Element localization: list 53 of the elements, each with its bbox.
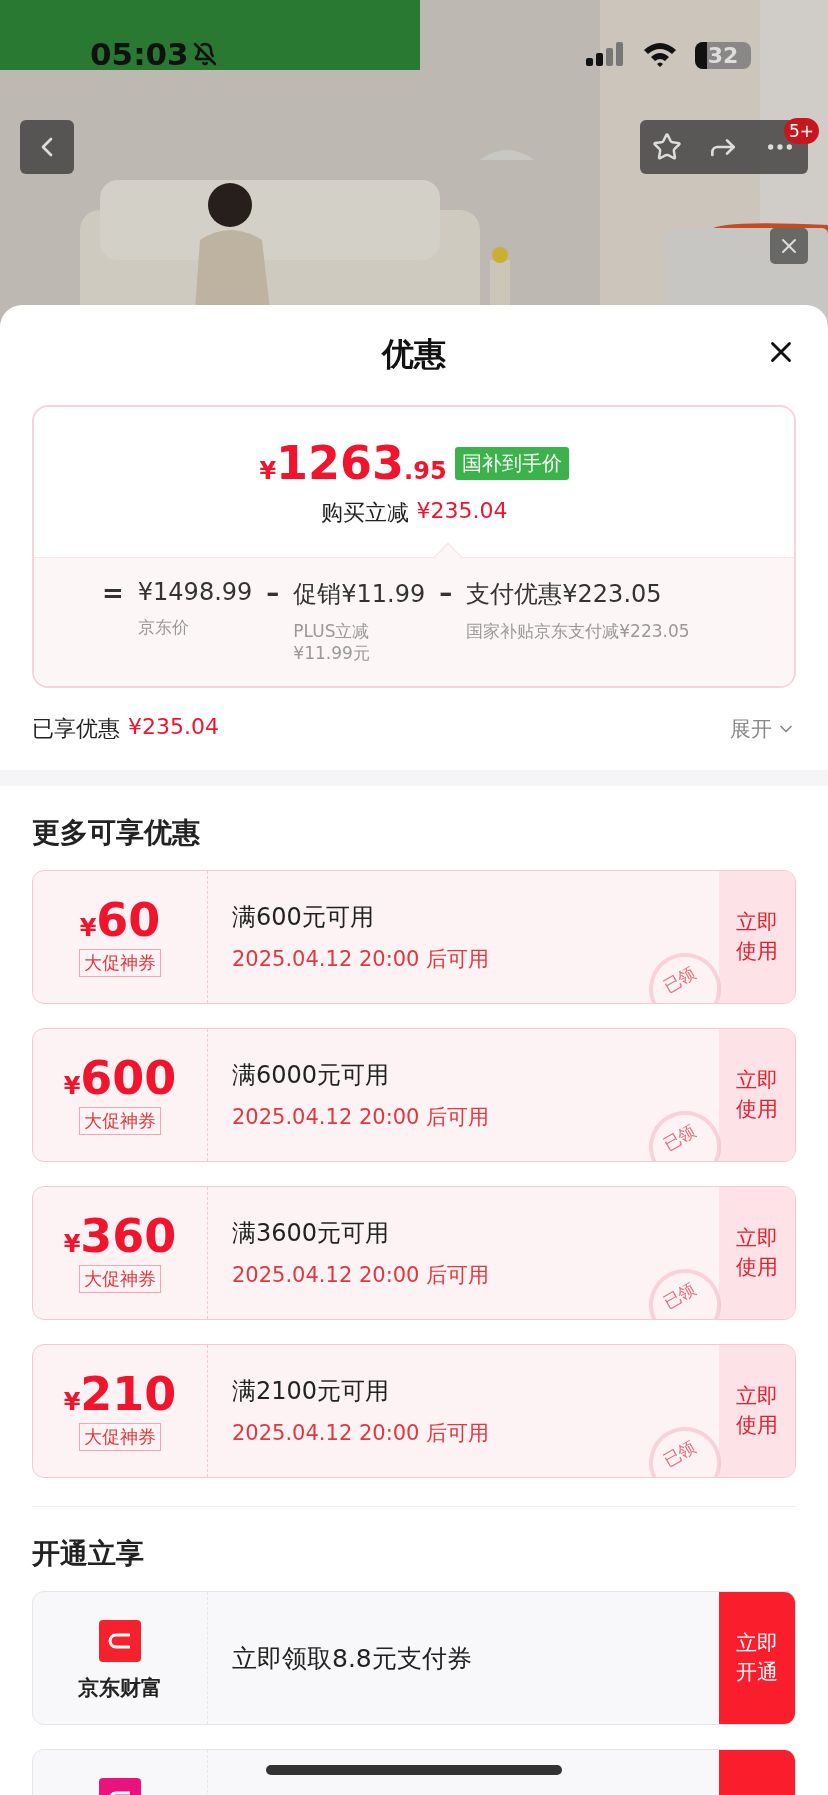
expand-toggle[interactable]: 展开 [730, 715, 796, 744]
final-price: ¥1263.95 [259, 436, 447, 490]
coupon-tag: 大促神券 [79, 1423, 161, 1452]
stamp-text: 已领 [659, 1435, 701, 1473]
battery-icon: 32 [695, 42, 751, 69]
summary-amount: ¥235.04 [128, 714, 219, 742]
use-button[interactable]: 立即使用 [719, 1187, 795, 1320]
service-offer: 立即领取8.8元支付券 [231, 1642, 473, 1675]
use-button[interactable]: 立即使用 [719, 871, 795, 1004]
section-title: 开通立享 [31, 1536, 145, 1573]
stamp-text: 已领 [659, 1119, 701, 1157]
coupon-validity: 2025.04.12 20:00 后可用 [232, 1104, 491, 1132]
signal-icon [586, 42, 626, 66]
coupon-tag: 大促神券 [79, 949, 161, 978]
summary-label: 已享优惠 [32, 715, 120, 744]
breakdown-note: PLUS立减 ¥11.99元 [293, 620, 371, 665]
star-icon[interactable] [652, 132, 683, 162]
coupon-validity: 2025.04.12 20:00 后可用 [232, 946, 491, 974]
coupon-amount: ¥210 [63, 1371, 177, 1418]
section-title: 更多可享优惠 [31, 815, 201, 852]
saving-label: 购买立减 [320, 499, 409, 527]
coupon-tag: 大促神券 [79, 1107, 161, 1136]
operator: – [439, 578, 453, 610]
breakdown-value: 促销¥11.99 [293, 579, 426, 610]
coupon-condition: 满6000元可用 [232, 1060, 391, 1092]
sheet-title: 优惠 [382, 334, 446, 375]
service-name: 京东财富 [78, 1675, 162, 1703]
coupon-amount: ¥360 [63, 1213, 177, 1260]
coupon-validity: 2025.04.12 20:00 后可用 [232, 1262, 491, 1290]
coupon-condition: 满3600元可用 [232, 1218, 391, 1250]
bell-off-icon [193, 42, 217, 66]
breakdown-value: ¥1498.99 [137, 578, 253, 606]
wifi-icon [642, 40, 678, 68]
coupon-tag: 大促神券 [79, 1265, 161, 1294]
use-button[interactable]: 立即使用 [719, 1029, 795, 1162]
stamp-text: 已领 [659, 1277, 701, 1315]
operator: – [266, 578, 280, 610]
operator: = [102, 578, 124, 610]
back-button[interactable] [20, 120, 74, 174]
breakdown-note: 国家补贴京东支付减¥223.05 [466, 620, 690, 643]
open-button[interactable]: 立即开通 [719, 1592, 795, 1725]
coupon-validity: 2025.04.12 20:00 后可用 [232, 1420, 491, 1448]
coupon-condition: 满600元可用 [232, 902, 375, 934]
status-time: 05:03 [90, 36, 189, 72]
coupon-amount: ¥60 [79, 897, 161, 944]
coupon-amount: ¥600 [63, 1055, 177, 1102]
coupon-condition: 满2100元可用 [232, 1376, 391, 1408]
breakdown-note: 京东价 [137, 616, 190, 639]
breakdown-value: 支付优惠¥223.05 [466, 579, 663, 610]
subsidy-badge: 国补到手价 [454, 446, 569, 480]
saving-amount: ¥235.04 [416, 498, 508, 525]
stamp-text: 已领 [659, 961, 701, 999]
use-button[interactable]: 立即使用 [719, 1345, 795, 1478]
